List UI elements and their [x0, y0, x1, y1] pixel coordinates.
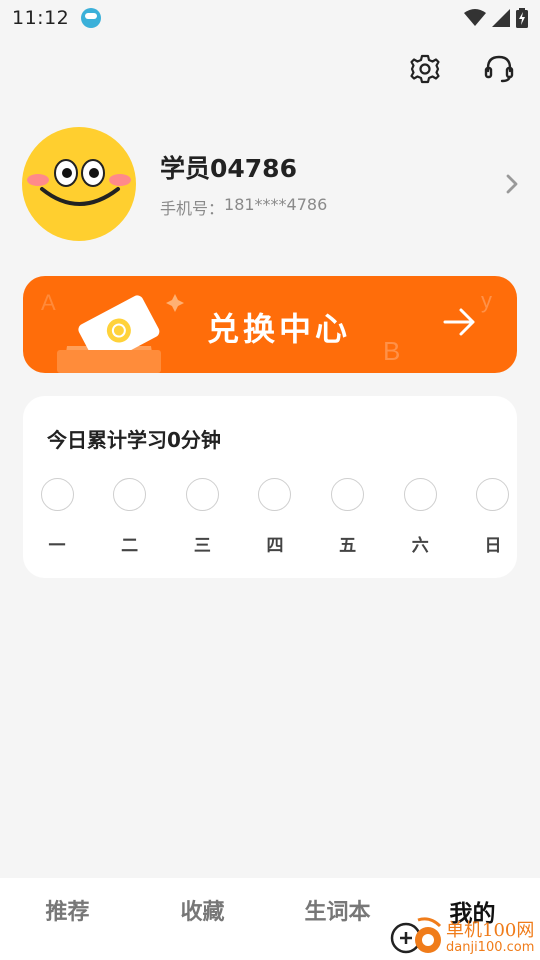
ticket-illustration-icon: A [41, 290, 184, 373]
svg-text:y: y [481, 288, 492, 313]
tab-vocabulary[interactable]: 生词本 [270, 878, 405, 960]
day-status-circle [40, 478, 74, 511]
day-status-circle [403, 478, 437, 511]
day-label: 三 [193, 536, 211, 556]
week-checkin-row: 一 二 三 四 五 六 日 [40, 478, 510, 556]
watermark-line2: danji100.com [446, 940, 535, 955]
phone-number: 181****4786 [224, 195, 328, 214]
customer-service-button[interactable] [482, 52, 516, 86]
exchange-center-title: 兑换中心 [207, 310, 352, 348]
day-status-circle [476, 478, 510, 511]
exchange-center-banner[interactable]: A B y 兑换中心 [23, 276, 517, 373]
day-label: 二 [121, 536, 139, 556]
profile-phone-row: 手机号： 181****4786 [160, 195, 327, 219]
day-sunday: 日 [476, 478, 510, 556]
day-label: 日 [484, 536, 502, 556]
watermark-logo-icon [390, 917, 442, 954]
app-notification-icon [81, 8, 102, 28]
settings-gear-icon [410, 54, 440, 84]
daily-study-card: 今日累计学习0分钟 一 二 三 四 五 六 日 [23, 396, 517, 578]
customer-service-headset-icon [484, 55, 514, 83]
header-actions [408, 52, 516, 86]
watermark-line1: 单机100网 [446, 920, 535, 941]
day-saturday: 六 [403, 478, 437, 556]
study-summary-title: 今日累计学习0分钟 [47, 428, 221, 452]
battery-charging-icon [516, 8, 528, 28]
day-label: 六 [411, 536, 429, 556]
status-time: 11:12 [12, 7, 70, 29]
day-label: 五 [339, 536, 357, 556]
day-status-circle [258, 478, 292, 511]
tab-favorites[interactable]: 收藏 [135, 878, 270, 960]
day-status-circle [331, 478, 365, 511]
tab-recommend[interactable]: 推荐 [0, 878, 135, 960]
profile-row[interactable]: 学员04786 手机号： 181****4786 [22, 126, 522, 242]
day-status-circle [113, 478, 147, 511]
signal-icon [492, 9, 510, 27]
day-monday: 一 [40, 478, 74, 556]
day-thursday: 四 [258, 478, 292, 556]
day-friday: 五 [331, 478, 365, 556]
phone-label: 手机号： [160, 199, 225, 218]
chevron-right-icon[interactable] [502, 170, 522, 198]
status-bar: 11:12 [0, 0, 540, 36]
day-label: 一 [48, 536, 66, 556]
site-watermark: 单机100网 danji100.com [390, 914, 540, 960]
day-status-circle [185, 478, 219, 511]
profile-info: 学员04786 手机号： 181****4786 [160, 149, 327, 219]
day-label: 四 [266, 536, 284, 556]
day-wednesday: 三 [185, 478, 219, 556]
profile-name: 学员04786 [160, 154, 297, 183]
status-indicators [464, 8, 528, 28]
svg-text:A: A [41, 290, 56, 315]
svg-text:B: B [383, 336, 400, 366]
day-tuesday: 二 [113, 478, 147, 556]
arrow-right-icon [443, 308, 475, 336]
settings-button[interactable] [408, 52, 442, 86]
smiley-face-avatar[interactable] [22, 127, 136, 241]
wifi-icon [464, 9, 486, 26]
